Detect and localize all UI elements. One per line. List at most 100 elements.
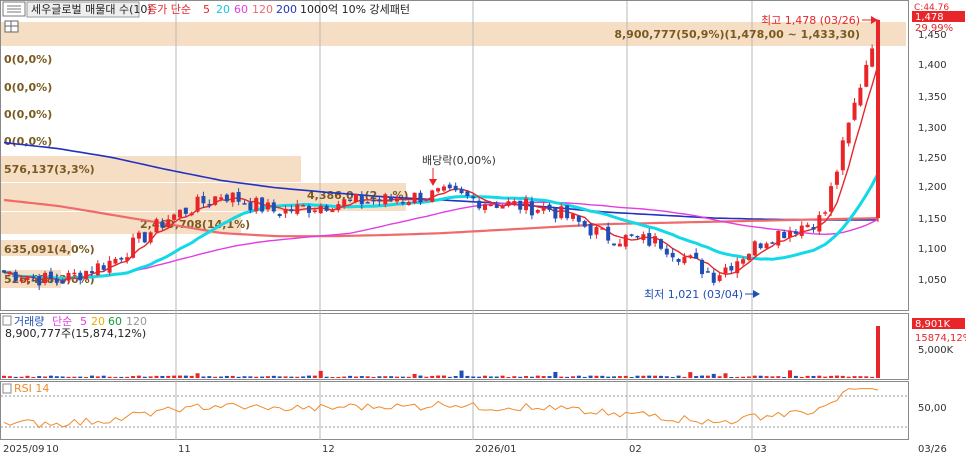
price-badge-value: 1,478	[915, 12, 944, 23]
candle-down	[60, 280, 65, 284]
x-label-02: 02	[629, 444, 642, 455]
volume-bar	[236, 376, 241, 378]
volume-bar	[441, 375, 446, 378]
candle-up	[424, 199, 429, 201]
volume-bar	[788, 370, 793, 378]
rsi-title: RSI 14	[14, 382, 49, 395]
volume-bar	[301, 376, 306, 378]
volume-bar	[741, 376, 746, 378]
volume-bar	[400, 376, 405, 378]
volume-bar	[793, 375, 798, 378]
candle-down	[400, 201, 405, 204]
candle-down	[676, 258, 681, 262]
volume-bar	[488, 376, 493, 378]
candle-up	[735, 261, 740, 274]
candle-up	[788, 230, 793, 238]
candle-up	[570, 214, 575, 219]
rsi-toggle-icon[interactable]	[2, 383, 12, 394]
band-label-2: 0(0,0%)	[4, 81, 52, 94]
candle-up	[254, 197, 259, 212]
volume-bar	[13, 376, 18, 378]
volume-bar	[623, 375, 628, 378]
volume-bar	[84, 376, 89, 378]
volume-bar	[711, 373, 716, 378]
candle-up	[7, 272, 12, 275]
candle-down	[48, 271, 53, 279]
candle-down	[700, 259, 705, 275]
volume-bar	[565, 376, 570, 378]
candle-down	[260, 197, 265, 212]
candle-up	[84, 270, 89, 279]
volume-bar	[283, 376, 288, 378]
candle-down	[277, 213, 282, 217]
candle-up	[107, 260, 112, 273]
candle-down	[465, 191, 470, 196]
candle-down	[224, 194, 229, 202]
price-tick-1350: 1,350	[918, 92, 947, 103]
volume-bar	[195, 373, 200, 378]
volume-bar	[330, 376, 335, 378]
volume-bar	[436, 375, 441, 378]
volume-bar	[582, 376, 587, 378]
volume-bar	[770, 376, 775, 378]
low-annotation: 최저 1,021 (03/04)	[644, 288, 743, 301]
candle-up	[823, 212, 828, 214]
volume-bar	[342, 376, 347, 378]
price-axis: 1,450 1,400 1,350 1,300 1,250 1,200 1,15…	[918, 30, 947, 286]
candle-up	[746, 253, 751, 260]
candle-up	[336, 204, 341, 211]
candle-up	[131, 237, 136, 258]
candle-up	[852, 102, 857, 120]
volume-bar	[406, 376, 411, 378]
volume-bar	[482, 375, 487, 378]
candle-down	[705, 271, 710, 273]
candle-down	[142, 232, 147, 243]
candle-down	[782, 231, 787, 239]
candle-up	[764, 243, 769, 249]
volume-toggle-icon[interactable]	[2, 315, 12, 326]
candle-up	[541, 206, 546, 211]
candle-up	[395, 199, 400, 202]
candle-up	[189, 213, 194, 216]
candle-up	[500, 205, 505, 209]
candle-down	[271, 202, 276, 212]
candle-up	[717, 275, 722, 281]
x-label-10: 10	[46, 444, 59, 455]
candle-down	[606, 226, 611, 241]
volume-bar	[213, 376, 218, 378]
volume-bar	[729, 376, 734, 378]
candle-down	[101, 265, 106, 270]
candle-up	[829, 186, 834, 212]
candle-down	[160, 221, 165, 228]
volume-bar	[430, 375, 435, 378]
volume-bar	[635, 375, 640, 378]
candle-up	[430, 190, 435, 202]
volume-bar	[119, 376, 124, 378]
candle-down	[359, 194, 364, 205]
candle-up	[482, 204, 487, 210]
volume-bar	[811, 375, 816, 378]
volume-bar	[19, 376, 24, 378]
candle-up	[723, 267, 728, 274]
volume-bar	[506, 376, 511, 378]
volume-bar	[248, 376, 253, 378]
candle-up	[834, 171, 839, 185]
volume-bar	[846, 376, 851, 378]
candle-up	[383, 194, 388, 205]
volume-bar	[758, 375, 763, 378]
volume-bar	[254, 376, 259, 378]
candle-down	[576, 215, 581, 222]
volume-bar	[834, 375, 839, 378]
volume-bar	[676, 375, 681, 378]
volume-bar	[265, 376, 270, 378]
candle-up	[805, 224, 810, 228]
x-label-11: 11	[178, 444, 191, 455]
volume-bar	[48, 375, 53, 378]
volume-bar	[805, 375, 810, 378]
candle-up	[840, 140, 845, 171]
volume-bar	[377, 376, 382, 378]
volume-bar	[2, 375, 6, 378]
volume-bar	[183, 375, 188, 378]
volume-bar	[95, 376, 100, 378]
volume-bar	[277, 376, 282, 378]
